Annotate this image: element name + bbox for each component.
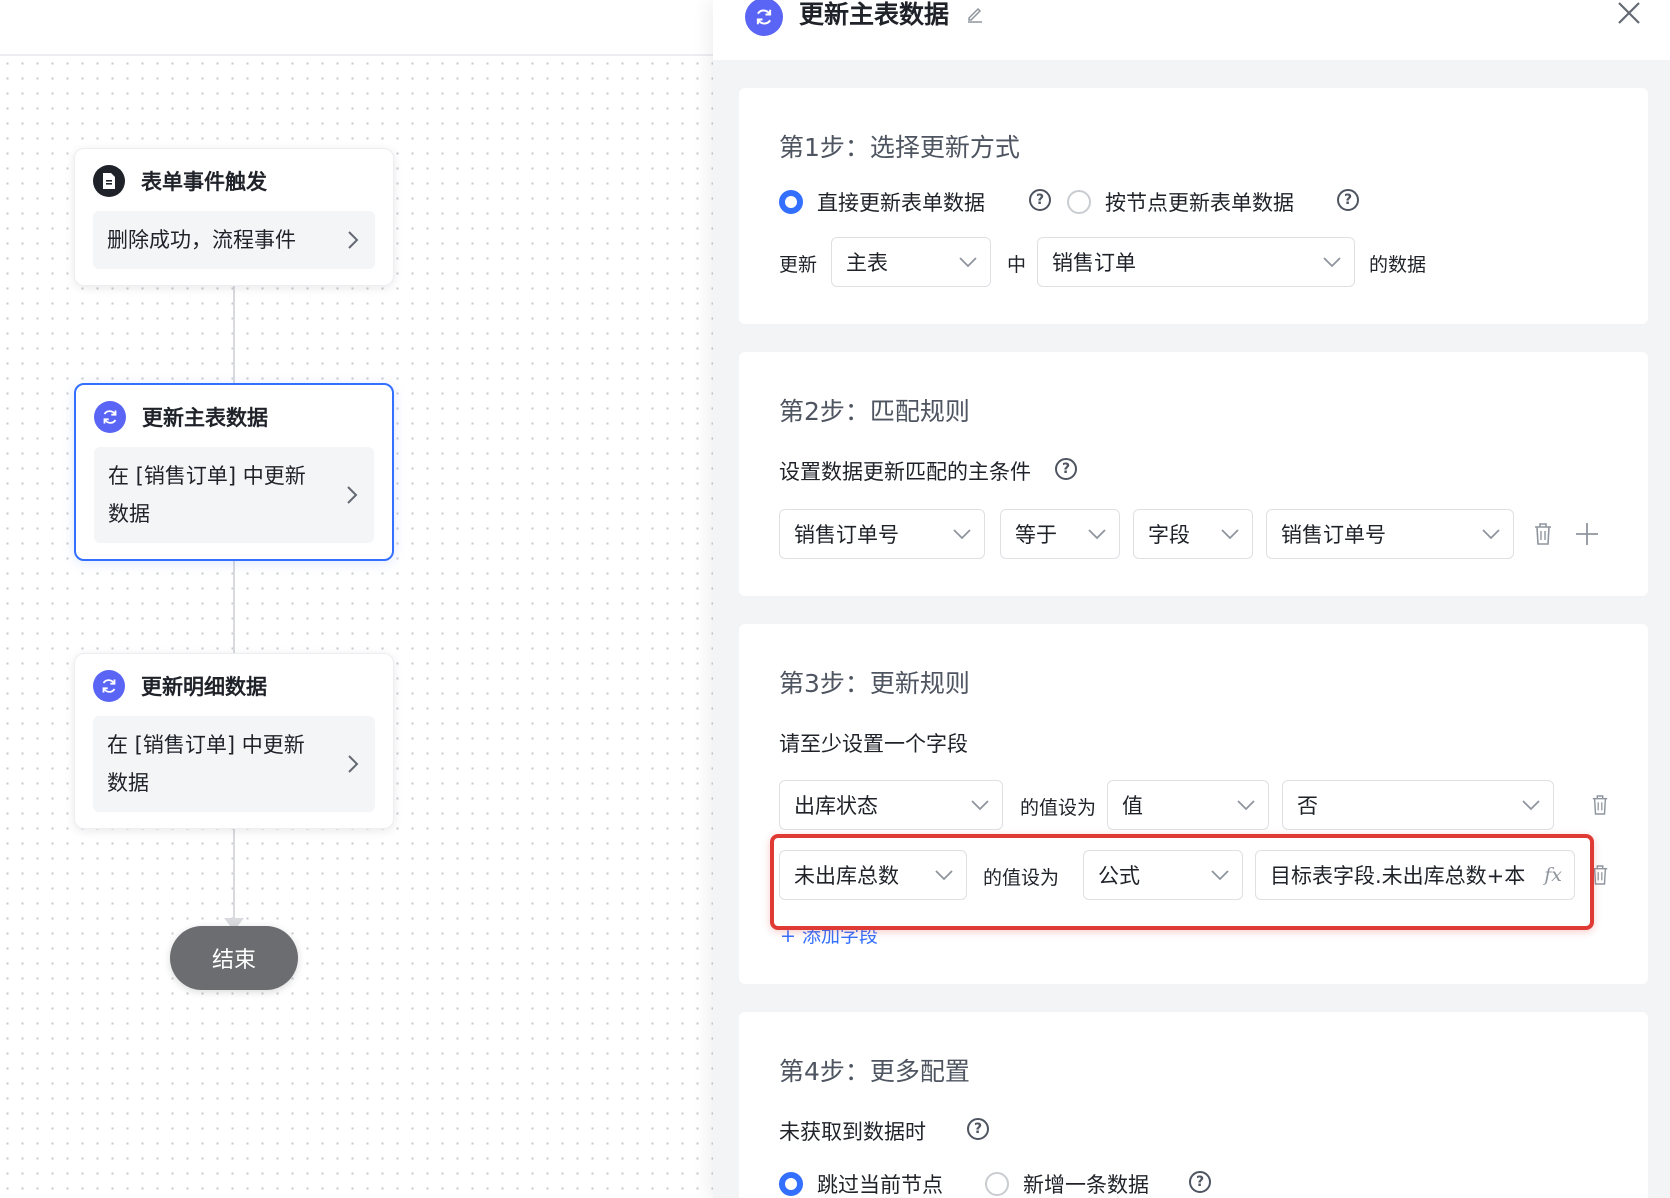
value-type-select[interactable]: 字段 xyxy=(1133,509,1253,559)
step2-card: 第2步：匹配规则 设置数据更新匹配的主条件 ? 销售订单号 等于 字段 销售订单… xyxy=(739,352,1648,596)
node-description[interactable]: 在 [销售订单] 中更新 数据 xyxy=(93,716,375,812)
help-icon[interactable]: ? xyxy=(1029,189,1051,211)
chevron-down-icon xyxy=(1211,870,1229,881)
chevron-down-icon xyxy=(1221,529,1239,540)
drawer-header: 更新主表数据 xyxy=(713,0,1670,60)
suffix-label: 的数据 xyxy=(1369,254,1427,276)
refresh-icon xyxy=(745,0,783,36)
chevron-down-icon xyxy=(953,529,971,540)
step2-subtitle: 设置数据更新匹配的主条件 xyxy=(779,460,1031,484)
delete-icon[interactable] xyxy=(1591,794,1609,816)
refresh-icon xyxy=(93,670,125,702)
node-desc-line: 数据 xyxy=(108,502,150,526)
help-icon[interactable]: ? xyxy=(1055,458,1077,480)
formula-icon[interactable]: fx xyxy=(1544,864,1562,886)
rule2-type-select[interactable]: 公式 xyxy=(1083,850,1243,900)
select-value: 销售订单号 xyxy=(794,523,899,547)
chevron-right-icon xyxy=(347,486,358,504)
middle-label: 中 xyxy=(1007,254,1027,276)
select-value: 主表 xyxy=(846,251,888,275)
formula-input[interactable]: 目标表字段.未出库总数+本 fx xyxy=(1255,850,1575,900)
select-value: 字段 xyxy=(1148,523,1190,547)
trigger-node[interactable]: 表单事件触发 删除成功，流程事件 xyxy=(74,148,394,286)
chevron-down-icon xyxy=(971,800,989,811)
option-node-label: 按节点更新表单数据 xyxy=(1105,191,1294,215)
node-title: 表单事件触发 xyxy=(141,170,267,194)
chevron-right-icon xyxy=(348,231,359,249)
step1-card: 第1步：选择更新方式 直接更新表单数据 ? 按节点更新表单数据 ? 更新 主表 … xyxy=(739,88,1648,324)
form-select[interactable]: 销售订单 xyxy=(1037,237,1355,287)
step4-card: 第4步：更多配置 未获取到数据时 ? 跳过当前节点 新增一条数据 ? xyxy=(739,1012,1648,1198)
step3-subtitle: 请至少设置一个字段 xyxy=(779,732,968,756)
node-desc-line: 在 [销售订单] 中更新 xyxy=(107,733,305,757)
select-value: 销售订单 xyxy=(1052,251,1136,275)
step2-title: 第2步：匹配规则 xyxy=(779,397,970,426)
document-icon xyxy=(93,165,125,197)
chevron-down-icon xyxy=(1088,529,1106,540)
refresh-icon xyxy=(94,401,126,433)
match-value-select[interactable]: 销售订单号 xyxy=(1266,509,1514,559)
radio-direct-update[interactable] xyxy=(779,190,803,214)
select-value: 值 xyxy=(1122,794,1143,818)
node-description[interactable]: 删除成功，流程事件 xyxy=(93,211,375,269)
chevron-down-icon xyxy=(935,870,953,881)
node-desc-line: 在 [销售订单] 中更新 xyxy=(108,464,306,488)
select-value: 出库状态 xyxy=(794,794,878,818)
node-desc-line: 数据 xyxy=(107,771,149,795)
select-value: 公式 xyxy=(1098,864,1140,888)
add-field-button[interactable]: + 添加字段 xyxy=(780,921,878,948)
match-field-select[interactable]: 销售订单号 xyxy=(779,509,985,559)
node-title: 更新明细数据 xyxy=(141,675,267,699)
close-icon[interactable] xyxy=(1616,0,1642,26)
node-title: 更新主表数据 xyxy=(142,406,268,430)
option-add-label: 新增一条数据 xyxy=(1023,1173,1149,1197)
rule2-set-label: 的值设为 xyxy=(983,867,1060,889)
chevron-down-icon xyxy=(1323,257,1341,268)
select-value: 否 xyxy=(1297,794,1318,818)
help-icon[interactable]: ? xyxy=(1189,1171,1211,1193)
flow-connector xyxy=(233,820,235,922)
help-icon[interactable]: ? xyxy=(967,1118,989,1140)
step4-title: 第4步：更多配置 xyxy=(779,1057,970,1086)
chevron-down-icon xyxy=(1237,800,1255,811)
operator-select[interactable]: 等于 xyxy=(1000,509,1120,559)
add-icon[interactable] xyxy=(1575,522,1599,546)
table-type-select[interactable]: 主表 xyxy=(831,237,991,287)
select-value: 销售订单号 xyxy=(1281,523,1386,547)
update-detail-node[interactable]: 更新明细数据 在 [销售订单] 中更新 数据 xyxy=(74,653,394,829)
node-description[interactable]: 在 [销售订单] 中更新 数据 xyxy=(94,447,374,543)
option-direct-label: 直接更新表单数据 xyxy=(817,191,985,215)
canvas-topbar xyxy=(0,0,713,56)
select-value: 等于 xyxy=(1015,523,1057,547)
delete-icon[interactable] xyxy=(1533,522,1553,546)
formula-value: 目标表字段.未出库总数+本 xyxy=(1270,864,1526,888)
rule1-set-label: 的值设为 xyxy=(1020,797,1097,819)
delete-icon[interactable] xyxy=(1591,864,1609,886)
radio-skip-node[interactable] xyxy=(779,1172,803,1196)
radio-add-data[interactable] xyxy=(985,1172,1009,1196)
config-drawer: 更新主表数据 第1步：选择更新方式 直接更新表单数据 ? 按节点更新表单数据 ?… xyxy=(713,0,1670,1198)
step4-subtitle: 未获取到数据时 xyxy=(779,1120,926,1144)
chevron-right-icon xyxy=(348,755,359,773)
update-main-node[interactable]: 更新主表数据 在 [销售订单] 中更新 数据 xyxy=(74,383,394,561)
end-node[interactable]: 结束 xyxy=(170,926,298,990)
rule1-field-select[interactable]: 出库状态 xyxy=(779,780,1003,830)
help-icon[interactable]: ? xyxy=(1337,189,1359,211)
chevron-down-icon xyxy=(1522,800,1540,811)
rule2-field-select[interactable]: 未出库总数 xyxy=(779,850,967,900)
select-value: 未出库总数 xyxy=(794,864,899,888)
rule1-type-select[interactable]: 值 xyxy=(1107,780,1269,830)
step1-title: 第1步：选择更新方式 xyxy=(779,133,1020,162)
rule1-value-select[interactable]: 否 xyxy=(1282,780,1554,830)
chevron-down-icon xyxy=(959,257,977,268)
option-skip-label: 跳过当前节点 xyxy=(817,1173,943,1197)
radio-node-update[interactable] xyxy=(1067,190,1091,214)
node-desc-text: 删除成功，流程事件 xyxy=(107,228,296,252)
edit-icon[interactable] xyxy=(965,4,985,24)
step3-title: 第3步：更新规则 xyxy=(779,669,970,698)
drawer-title: 更新主表数据 xyxy=(799,0,950,29)
chevron-down-icon xyxy=(1482,529,1500,540)
update-label: 更新 xyxy=(779,254,818,276)
